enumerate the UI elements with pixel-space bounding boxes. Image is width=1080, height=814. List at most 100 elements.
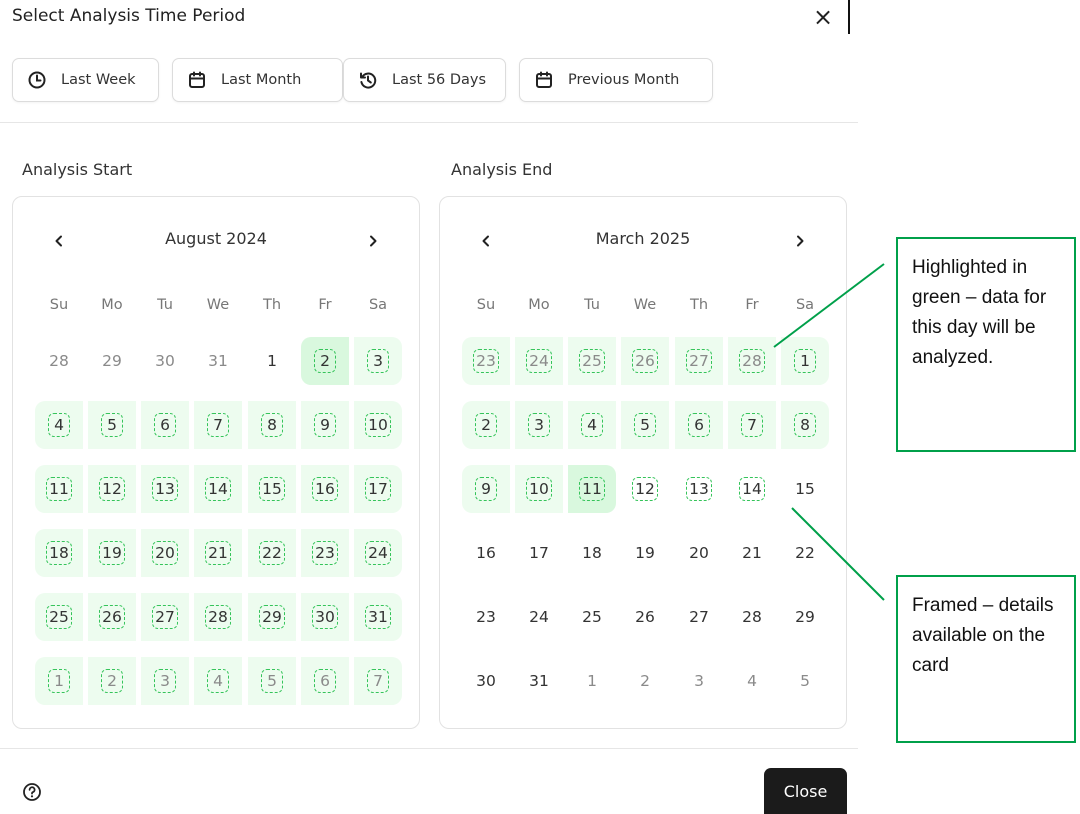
calendar-day[interactable]: 24	[515, 593, 563, 641]
calendar-day[interactable]: 3	[354, 337, 402, 385]
calendar-day[interactable]: 21	[728, 529, 776, 577]
calendar-day[interactable]: 19	[621, 529, 669, 577]
calendar-day[interactable]: 17	[354, 465, 402, 513]
calendar-day[interactable]: 9	[462, 465, 510, 513]
calendar-day[interactable]: 2	[621, 657, 669, 705]
calendar-day[interactable]: 5	[248, 657, 296, 705]
day-number: 16	[315, 480, 335, 498]
calendar-day[interactable]: 5	[88, 401, 136, 449]
calendar-day[interactable]: 30	[301, 593, 349, 641]
calendar-day[interactable]: 22	[781, 529, 829, 577]
calendar-day[interactable]: 28	[194, 593, 242, 641]
calendar-day[interactable]: 8	[248, 401, 296, 449]
calendar-day[interactable]: 1	[248, 337, 296, 385]
calendar-day[interactable]: 23	[462, 593, 510, 641]
day-frame: 20	[152, 541, 178, 565]
calendar-day[interactable]: 4	[568, 401, 616, 449]
close-button[interactable]: Close	[764, 768, 847, 814]
calendar-day[interactable]: 4	[35, 401, 83, 449]
calendar-day[interactable]: 31	[515, 657, 563, 705]
calendar-day[interactable]: 4	[194, 657, 242, 705]
preset-last-week-button[interactable]: Last Week	[12, 58, 159, 102]
calendar-day[interactable]: 6	[675, 401, 723, 449]
calendar-day[interactable]: 29	[88, 337, 136, 385]
calendar-day[interactable]: 12	[621, 465, 669, 513]
calendar-day[interactable]: 3	[141, 657, 189, 705]
calendar-day[interactable]: 15	[781, 465, 829, 513]
calendar-day[interactable]: 24	[515, 337, 563, 385]
calendar-day[interactable]: 18	[568, 529, 616, 577]
calendar-day[interactable]: 1	[35, 657, 83, 705]
calendar-day[interactable]: 18	[35, 529, 83, 577]
calendar-day[interactable]: 22	[248, 529, 296, 577]
calendar-day[interactable]: 27	[675, 593, 723, 641]
calendar-day[interactable]: 30	[141, 337, 189, 385]
calendar-day[interactable]: 31	[354, 593, 402, 641]
preset-previous-month-button[interactable]: Previous Month	[519, 58, 713, 102]
calendar-day[interactable]: 21	[194, 529, 242, 577]
day-frame: 8	[794, 413, 816, 437]
close-icon[interactable]: ×	[813, 2, 833, 32]
calendar-day[interactable]: 1	[781, 337, 829, 385]
help-circle-icon[interactable]	[22, 782, 42, 802]
calendar-day[interactable]: 31	[194, 337, 242, 385]
day-frame: 21	[205, 541, 231, 565]
calendar-day[interactable]: 23	[301, 529, 349, 577]
calendar-day[interactable]: 5	[621, 401, 669, 449]
calendar-day[interactable]: 27	[141, 593, 189, 641]
calendar-day[interactable]: 4	[728, 657, 776, 705]
calendar-day[interactable]: 24	[354, 529, 402, 577]
calendar-day[interactable]: 28	[728, 337, 776, 385]
calendar-day[interactable]: 3	[675, 657, 723, 705]
calendar-day[interactable]: 5	[781, 657, 829, 705]
preset-last-56-days-button[interactable]: Last 56 Days	[343, 58, 506, 102]
calendar-day[interactable]: 14	[728, 465, 776, 513]
calendar-day[interactable]: 23	[462, 337, 510, 385]
calendar-day[interactable]: 26	[621, 337, 669, 385]
next-month-button[interactable]	[786, 227, 814, 255]
calendar-day[interactable]: 2	[301, 337, 349, 385]
calendar-day[interactable]: 2	[462, 401, 510, 449]
calendar-day[interactable]: 6	[141, 401, 189, 449]
calendar-day[interactable]: 8	[781, 401, 829, 449]
calendar-day[interactable]: 13	[141, 465, 189, 513]
calendar-day[interactable]: 26	[621, 593, 669, 641]
calendar-day[interactable]: 3	[515, 401, 563, 449]
day-frame: 28	[205, 605, 231, 629]
calendar-day[interactable]: 26	[88, 593, 136, 641]
day-number: 17	[368, 480, 388, 498]
calendar-day[interactable]: 16	[462, 529, 510, 577]
calendar-day[interactable]: 7	[354, 657, 402, 705]
calendar-day[interactable]: 15	[248, 465, 296, 513]
calendar-day[interactable]: 30	[462, 657, 510, 705]
calendar-day[interactable]: 9	[301, 401, 349, 449]
calendar-day[interactable]: 25	[35, 593, 83, 641]
calendar-day[interactable]: 29	[781, 593, 829, 641]
calendar-day[interactable]: 7	[194, 401, 242, 449]
calendar-day[interactable]: 11	[35, 465, 83, 513]
calendar-day[interactable]: 28	[728, 593, 776, 641]
calendar-day[interactable]: 25	[568, 593, 616, 641]
calendar-day[interactable]: 17	[515, 529, 563, 577]
preset-last-month-button[interactable]: Last Month	[172, 58, 343, 102]
calendar-day[interactable]: 1	[568, 657, 616, 705]
calendar-day[interactable]: 25	[568, 337, 616, 385]
calendar-day[interactable]: 2	[88, 657, 136, 705]
calendar-day[interactable]: 7	[728, 401, 776, 449]
calendar-day[interactable]: 6	[301, 657, 349, 705]
calendar-day[interactable]: 28	[35, 337, 83, 385]
calendar-day[interactable]: 19	[88, 529, 136, 577]
calendar-day[interactable]: 29	[248, 593, 296, 641]
calendar-day[interactable]: 12	[88, 465, 136, 513]
calendar-day[interactable]: 14	[194, 465, 242, 513]
calendar-day[interactable]: 20	[141, 529, 189, 577]
calendar-day[interactable]: 10	[515, 465, 563, 513]
calendar-day[interactable]: 13	[675, 465, 723, 513]
calendar-day[interactable]: 16	[301, 465, 349, 513]
day-number: 14	[208, 480, 228, 498]
next-month-button[interactable]	[359, 227, 387, 255]
calendar-day[interactable]: 27	[675, 337, 723, 385]
calendar-day[interactable]: 11	[568, 465, 616, 513]
calendar-day[interactable]: 20	[675, 529, 723, 577]
calendar-day[interactable]: 10	[354, 401, 402, 449]
